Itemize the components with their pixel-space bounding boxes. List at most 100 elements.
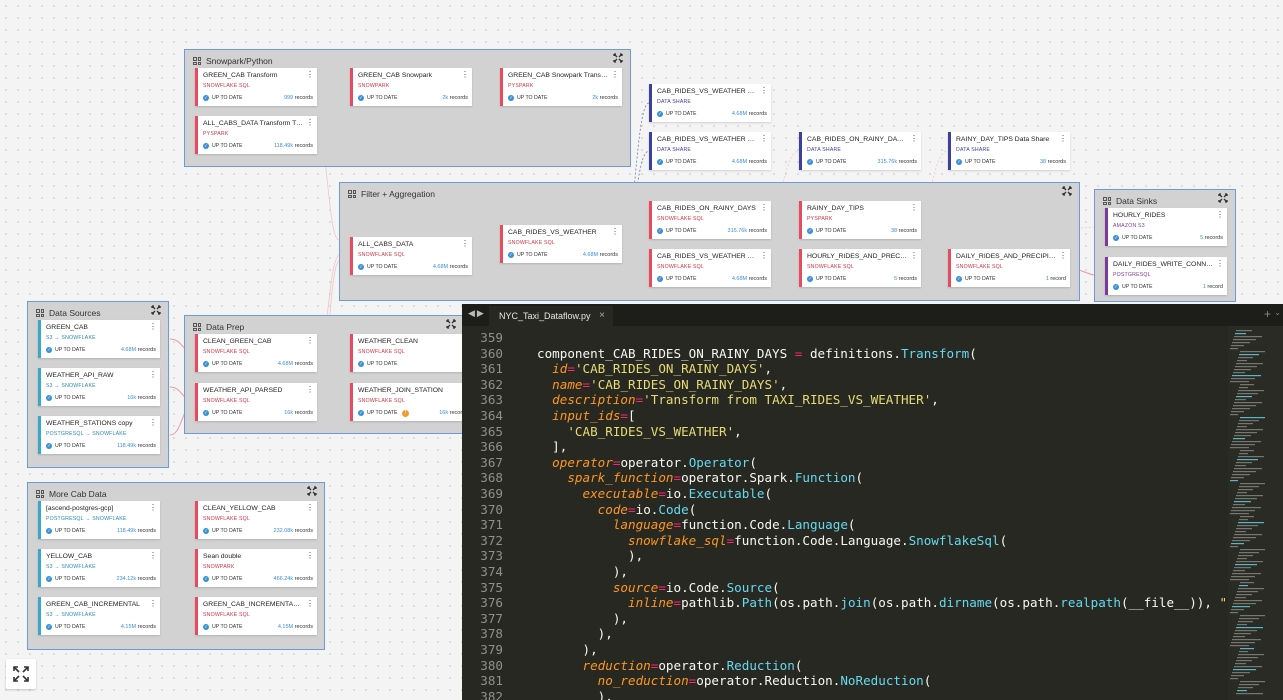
- kebab-menu-icon[interactable]: ⋮: [611, 70, 619, 80]
- code-line: ),: [537, 611, 628, 627]
- code-line: source=io.Code.Source(: [537, 580, 780, 596]
- collapse-icon[interactable]: [613, 53, 623, 66]
- component-node[interactable]: CAB_RIDES_VS_WEATHER ⋮ SNOWFLAKE SQL ✓ UP TO…: [500, 225, 622, 263]
- code-token: =: [582, 376, 591, 392]
- group-header: Data Sources: [36, 306, 101, 320]
- collapse-icon[interactable]: [446, 319, 456, 332]
- kebab-menu-icon[interactable]: ⋮: [910, 134, 918, 144]
- code-token: =: [567, 361, 575, 377]
- kebab-menu-icon[interactable]: ⋮: [306, 599, 314, 609]
- kebab-menu-icon[interactable]: ⋮: [461, 70, 469, 80]
- component-node[interactable]: CAB_RIDES_VS_WEATHER share...⋮ DATA SHARE…: [649, 84, 771, 122]
- kebab-menu-icon[interactable]: ⋮: [910, 203, 918, 213]
- node-status: ✓ UP TO DATE: [657, 159, 696, 165]
- collapse-icon[interactable]: [1062, 186, 1072, 199]
- component-node[interactable]: [ascend-postgres-gcp] ⋮ POSTGRESQL → SNOWF…: [38, 501, 160, 539]
- component-node[interactable]: WEATHER_JOIN_STATION⋮SNOWFLAKE SQL✓UP TO…: [350, 383, 472, 421]
- status-text: UP TO DATE: [212, 95, 243, 101]
- code-minimap[interactable]: [1228, 326, 1283, 700]
- component-node[interactable]: DAILY_RIDES_AND_PRECIPITAT... ⋮ SNOWFLAKE …: [948, 249, 1070, 287]
- component-node[interactable]: GREEN_CAB Transform ⋮ SNOWFLAKE SQL ✓ UP TO …: [195, 68, 317, 106]
- component-node[interactable]: HOURLY_RIDES_AND_PRECIPITA...⋮ SNOWFLAKE …: [799, 249, 921, 287]
- component-node[interactable]: ALL_CABS_DATA ⋮ SNOWFLAKE SQL ✓ UP TO DATE 4.…: [350, 237, 472, 275]
- minimap-line: [1231, 576, 1255, 578]
- kebab-menu-icon[interactable]: ⋮: [149, 551, 157, 561]
- kebab-menu-icon[interactable]: ⋮: [1059, 251, 1067, 261]
- component-node[interactable]: CAB_RIDES_VS_WEATHER Trans...⋮ SNOWFLAKE …: [649, 249, 771, 287]
- component-node[interactable]: CAB_RIDES_ON_RAINY_DAYS ⋮ SNOWFLAKE SQL ✓ UP…: [649, 201, 771, 239]
- kebab-menu-icon[interactable]: ⋮: [760, 203, 768, 213]
- close-icon[interactable]: ×: [599, 310, 605, 321]
- record-count-value: 4.68M: [731, 111, 748, 117]
- record-count-unit: records: [294, 410, 313, 416]
- component-node[interactable]: WEATHER_API_PARSED ⋮ SNOWFLAKE SQL ✓ UP TO D…: [195, 383, 317, 421]
- component-node[interactable]: GREEN_CAB_INCREMENTAL_CLEA...⋮ SNOWFLAKE …: [195, 597, 317, 635]
- kebab-menu-icon[interactable]: ⋮: [910, 251, 918, 261]
- collapse-icon[interactable]: [1218, 193, 1228, 206]
- component-node[interactable]: DAILY_RIDES_WRITE_CONNECTO...⋮ POSTGRESQL…: [1105, 257, 1227, 295]
- tab-nav-arrows-icon[interactable]: ◀▶: [468, 308, 486, 319]
- minimap-line: [1233, 669, 1256, 671]
- code-line: no_reduction=operator.Reduction.NoReduct…: [537, 673, 932, 689]
- kebab-menu-icon[interactable]: ⋮: [306, 70, 314, 80]
- kebab-menu-icon[interactable]: ⋮: [306, 551, 314, 561]
- collapse-icon[interactable]: [151, 305, 161, 318]
- node-status: ✓ UP TO DATE: [807, 276, 846, 282]
- chevron-down-icon[interactable]: ⌄: [1274, 308, 1281, 317]
- component-node[interactable]: CAB_RIDES_VS_WEATHER Data ...⋮ DATA SHARE…: [649, 132, 771, 170]
- kebab-menu-icon[interactable]: ⋮: [760, 251, 768, 261]
- component-node[interactable]: YELLOW_CAB ⋮ S3 → SNOWFLAKE ✓ UP TO DATE 234.…: [38, 549, 160, 587]
- code-editor[interactable]: ◀▶ NYC_Taxi_Dataflow.py × + ⌄ 359 360 361 3…: [462, 304, 1283, 700]
- kebab-menu-icon[interactable]: ⋮: [149, 503, 157, 513]
- component-node[interactable]: RAINY_DAY_TIPS Data Share ⋮ DATA SHARE ✓ UP …: [948, 132, 1070, 170]
- kebab-menu-icon[interactable]: ⋮: [149, 599, 157, 609]
- component-node[interactable]: Sean double ⋮ SNOWPARK ✓ UP TO DATE 466.24k r…: [195, 549, 317, 587]
- kebab-menu-icon[interactable]: ⋮: [149, 322, 157, 332]
- component-node[interactable]: HOURLY_RIDES ⋮ AMAZON S3 ✓ UP TO DATE 5 recor…: [1105, 208, 1227, 246]
- component-node[interactable]: WEATHER_STATIONS copy ⋮ POSTGRESQL → SNOWF…: [38, 416, 160, 454]
- component-node[interactable]: ALL_CABS_DATA Transform Tr... ⋮ PYSPARK ✓ UP…: [195, 116, 317, 154]
- kebab-menu-icon[interactable]: ⋮: [149, 418, 157, 428]
- minimap-line: [1237, 459, 1258, 461]
- component-node[interactable]: GREEN_CAB Snowpark Transfo... ⋮ PYSPARK ✓ UP…: [500, 68, 622, 106]
- editor-tab[interactable]: NYC_Taxi_Dataflow.py ×: [489, 306, 613, 326]
- code-token: ),: [537, 548, 644, 564]
- code-line: ),: [537, 564, 628, 580]
- expand-button[interactable]: [6, 659, 36, 689]
- component-node[interactable]: WEATHER_CLEAN⋮SNOWFLAKE SQL✓UP TO DATE32: [350, 334, 472, 372]
- component-node[interactable]: CAB_RIDES_ON_RAINY_DAYS Da...⋮ DATA SHARE…: [799, 132, 921, 170]
- code-area[interactable]: component_CAB_RIDES_ON_RAINY_DAYS = defi…: [507, 326, 1227, 700]
- component-node[interactable]: GREEN_CAB_INCREMENTAL ⋮ S3 → SNOWFLAKE ✓ UP …: [38, 597, 160, 635]
- kebab-menu-icon[interactable]: ⋮: [1059, 134, 1067, 144]
- kebab-menu-icon[interactable]: ⋮: [1216, 259, 1224, 269]
- kebab-menu-icon[interactable]: ⋮: [760, 86, 768, 96]
- code-token: Path: [741, 595, 773, 611]
- node-type: SNOWFLAKE SQL: [203, 398, 250, 404]
- kebab-menu-icon[interactable]: ⋮: [760, 134, 768, 144]
- collapse-icon[interactable]: [307, 486, 317, 499]
- component-node[interactable]: WEATHER_API_RAW ⋮ S3 → SNOWFLAKE ✓ UP TO DAT…: [38, 368, 160, 406]
- record-count-value: 4.15M: [120, 624, 137, 630]
- kebab-menu-icon[interactable]: ⋮: [461, 239, 469, 249]
- kebab-menu-icon[interactable]: ⋮: [306, 118, 314, 128]
- kebab-menu-icon[interactable]: ⋮: [149, 370, 157, 380]
- minimap-line: [1232, 408, 1250, 410]
- record-count: 4.68M records: [433, 264, 468, 270]
- kebab-menu-icon[interactable]: ⋮: [306, 503, 314, 513]
- code-token: =: [658, 486, 666, 501]
- record-count: 118.49k records: [117, 528, 156, 534]
- component-node[interactable]: GREEN_CAB Snowpark ⋮ SNOWPARK ✓ UP TO DATE 2k…: [350, 68, 472, 106]
- component-node[interactable]: CLEAN_YELLOW_CAB ⋮ SNOWFLAKE SQL ✓ UP TO DAT…: [195, 501, 317, 539]
- component-node[interactable]: CLEAN_GREEN_CAB ⋮ SNOWFLAKE SQL ✓ UP TO DATE…: [195, 334, 317, 372]
- kebab-menu-icon[interactable]: ⋮: [306, 385, 314, 395]
- component-node[interactable]: GREEN_CAB ⋮ S3 → SNOWFLAKE ✓ UP TO DATE 4.68M…: [38, 320, 160, 358]
- code-token: io.: [635, 501, 659, 517]
- new-tab-icon[interactable]: +: [1264, 307, 1271, 321]
- component-node[interactable]: RAINY_DAY_TIPS ⋮ PYSPARK ✓ UP TO DATE 38 reco…: [799, 201, 921, 239]
- kebab-menu-icon[interactable]: ⋮: [1216, 210, 1224, 220]
- kebab-menu-icon[interactable]: ⋮: [611, 227, 619, 237]
- minimap-line: [1236, 363, 1263, 365]
- kebab-menu-icon[interactable]: ⋮: [306, 336, 314, 346]
